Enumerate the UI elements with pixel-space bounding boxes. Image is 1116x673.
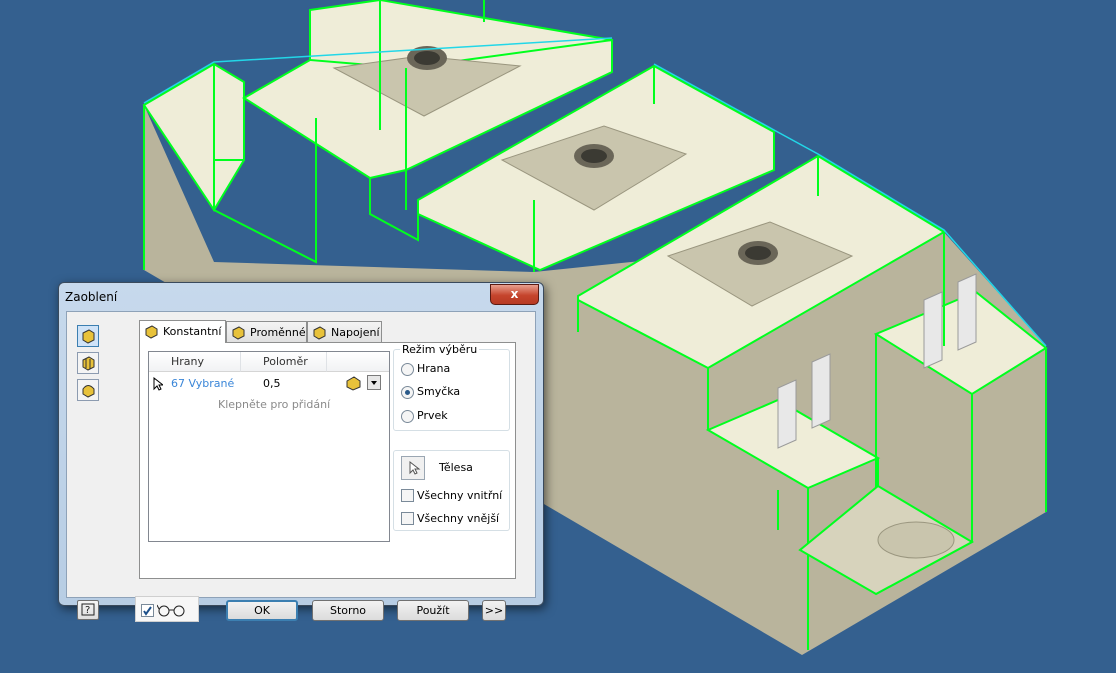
recess-boss <box>877 521 955 559</box>
radio-loop-label[interactable]: Smyčka <box>417 385 460 398</box>
bodies-select-button[interactable] <box>401 456 425 480</box>
fillet-full-round-icon[interactable] <box>77 379 99 401</box>
fillet-face-icon[interactable] <box>77 352 99 374</box>
tab-setback-label: Napojení <box>331 326 380 339</box>
column-header-spacer <box>327 352 389 372</box>
checkmark-icon <box>143 606 152 616</box>
bodies-label: Tělesa <box>439 461 473 474</box>
edge-set-row[interactable]: 67 Vybrané 0,5 <box>149 373 389 393</box>
tab-variable[interactable]: Proměnné <box>226 321 307 342</box>
constant-fillet-icon <box>145 325 158 339</box>
help-button[interactable]: ? <box>77 600 99 620</box>
edge-set-radius[interactable]: 0,5 <box>263 377 281 390</box>
ok-button[interactable]: OK <box>226 600 298 621</box>
edges-grid[interactable]: Hrany Poloměr 67 Vybrané 0,5 Klepněte pr… <box>148 351 390 542</box>
more-button[interactable]: >> <box>482 600 506 621</box>
column-header-radius[interactable]: Poloměr <box>241 352 327 372</box>
bodies-group: Tělesa Všechny vnitřní Všechny vnější <box>393 450 510 531</box>
tab-constant-label: Konstantní <box>163 325 222 338</box>
edge-set-count[interactable]: 67 Vybrané <box>171 377 234 390</box>
tab-variable-label: Proměnné <box>250 326 306 339</box>
dialog-titlebar[interactable]: Zaoblení x <box>59 283 543 311</box>
dialog-client: Konstantní Proměnné Napojení Hrany Polom… <box>66 311 536 622</box>
glasses-icon <box>157 604 185 617</box>
setback-icon <box>313 326 326 340</box>
radio-edge[interactable] <box>401 363 414 376</box>
all-outer-label[interactable]: Všechny vnější <box>417 512 499 525</box>
apply-button[interactable]: Použít <box>397 600 469 621</box>
close-button[interactable]: x <box>490 284 539 305</box>
pointer-icon <box>153 377 163 391</box>
all-outer-checkbox[interactable] <box>401 512 414 525</box>
select-arrow-icon <box>409 460 421 475</box>
tab-panel: Hrany Poloměr 67 Vybrané 0,5 Klepněte pr… <box>139 342 516 579</box>
radio-feature[interactable] <box>401 410 414 423</box>
add-edge-set-hint[interactable]: Klepněte pro přidání <box>218 398 330 411</box>
fillet-type-icon[interactable] <box>345 375 362 391</box>
help-icon: ? <box>81 603 95 616</box>
selection-mode-group: Režim výběru Hrana Smyčka Prvek <box>393 343 510 431</box>
tab-setback[interactable]: Napojení <box>307 321 382 342</box>
radio-loop[interactable] <box>401 386 414 399</box>
selection-mode-legend: Režim výběru <box>400 343 480 356</box>
fillet-dialog: Zaoblení x Konstantní Proměnné Napojení <box>58 282 544 622</box>
radio-feature-label[interactable]: Prvek <box>417 409 448 422</box>
chevron-down-icon[interactable] <box>367 375 381 390</box>
dialog-title: Zaoblení <box>65 290 118 304</box>
cancel-button[interactable]: Storno <box>312 600 384 621</box>
preview-group <box>135 596 199 622</box>
fillet-edge-icon[interactable] <box>77 325 99 347</box>
radio-edge-label[interactable]: Hrana <box>417 362 450 375</box>
all-inner-label[interactable]: Všechny vnitřní <box>417 489 502 502</box>
column-header-edges[interactable]: Hrany <box>149 352 241 372</box>
variable-fillet-icon <box>232 326 245 340</box>
svg-text:?: ? <box>85 605 90 616</box>
tab-constant[interactable]: Konstantní <box>139 320 226 343</box>
preview-checkbox[interactable] <box>141 604 154 617</box>
all-inner-checkbox[interactable] <box>401 489 414 502</box>
